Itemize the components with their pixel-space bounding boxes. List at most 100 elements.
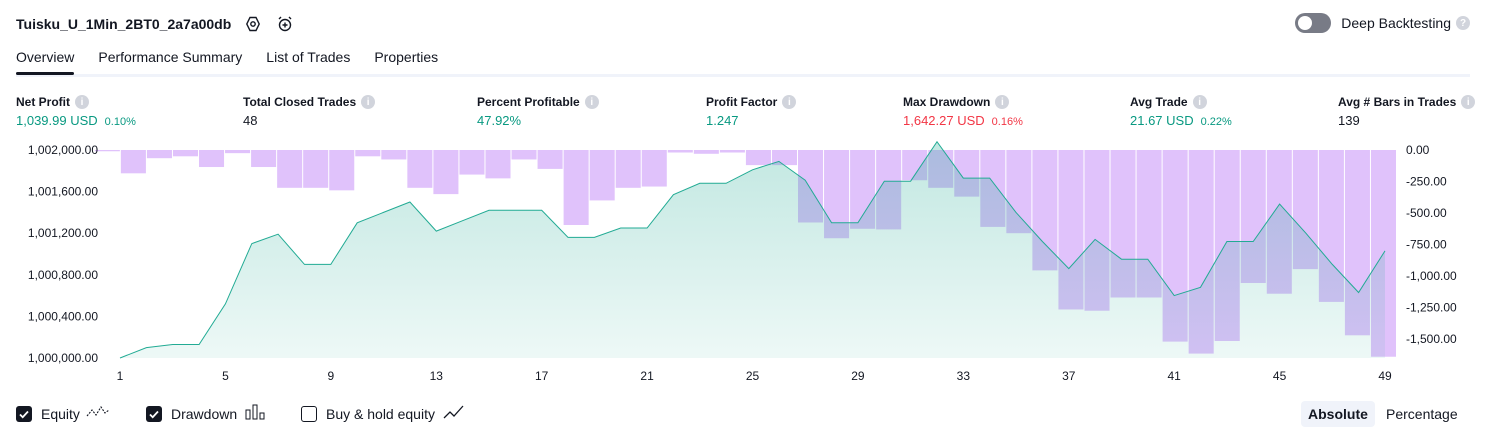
metric-label: Profit Factor xyxy=(706,95,778,109)
metric-value: 1,642.27 USD xyxy=(903,113,985,128)
drawdown-bar xyxy=(172,150,198,157)
buy-hold-line-icon xyxy=(443,404,465,423)
drawdown-bar xyxy=(537,150,563,169)
legend-buy-hold[interactable]: Buy & hold equity xyxy=(301,404,465,423)
metric-percent-profitable: Percent Profitable i 47.92% xyxy=(477,94,599,128)
drawdown-bar xyxy=(329,150,355,191)
buy-hold-checkbox[interactable] xyxy=(301,405,317,422)
drawdown-bar xyxy=(251,150,277,168)
drawdown-bar xyxy=(459,150,485,175)
equity-y-tick: 1,001,200.00 xyxy=(28,226,98,240)
drawdown-y-tick: -750.00 xyxy=(1406,238,1447,252)
help-icon[interactable]: ? xyxy=(1456,16,1470,30)
equity-y-tick: 1,001,600.00 xyxy=(28,185,98,199)
strategy-title: Tuisku_U_1Min_2BT0_2a7a00db xyxy=(16,16,232,32)
deep-backtesting: Deep Backtesting ? xyxy=(1295,13,1470,33)
settings-icon[interactable] xyxy=(243,14,263,34)
drawdown-y-tick: -500.00 xyxy=(1406,206,1447,220)
drawdown-bar xyxy=(355,150,381,157)
metric-label: Percent Profitable xyxy=(477,95,580,109)
info-icon[interactable]: i xyxy=(584,95,599,109)
tab-list-of-trades[interactable]: List of Trades xyxy=(266,42,350,72)
info-icon[interactable]: i xyxy=(995,95,1010,109)
x-tick: 9 xyxy=(327,369,334,383)
info-icon[interactable]: i xyxy=(782,95,797,109)
absolute-button[interactable]: Absolute xyxy=(1301,401,1375,427)
drawdown-y-tick: -1,250.00 xyxy=(1406,301,1457,315)
metric-total-closed-trades: Total Closed Trades i 48 xyxy=(243,94,376,128)
drawdown-checkbox[interactable] xyxy=(146,405,162,422)
info-icon[interactable]: i xyxy=(1461,95,1476,109)
metric-label: Avg # Bars in Trades xyxy=(1338,95,1457,109)
drawdown-bar xyxy=(511,150,537,160)
metric-value: 139 xyxy=(1338,113,1360,128)
drawdown-y-tick: -1,000.00 xyxy=(1406,269,1457,283)
metric-max-drawdown: Max Drawdown i 1,642.27 USD 0.16% xyxy=(903,94,1023,128)
metric-label: Max Drawdown xyxy=(903,95,991,109)
info-icon[interactable]: i xyxy=(1192,95,1207,109)
metric-label: Avg Trade xyxy=(1130,95,1188,109)
x-tick: 5 xyxy=(222,369,229,383)
metric-value: 48 xyxy=(243,113,258,128)
tab-overview[interactable]: Overview xyxy=(16,42,75,75)
equity-drawdown-chart[interactable]: 1,000,000.00 1,000,400.00 1,000,800.00 1,00… xyxy=(0,136,1486,388)
x-tick: 21 xyxy=(640,369,654,383)
deep-backtesting-toggle[interactable] xyxy=(1295,13,1332,33)
drawdown-bar xyxy=(225,150,251,154)
metric-percent: 0.16% xyxy=(991,116,1023,128)
percentage-button[interactable]: Percentage xyxy=(1379,401,1465,427)
x-tick: 29 xyxy=(851,369,865,383)
legend-equity[interactable]: Equity xyxy=(16,404,110,423)
x-tick: 13 xyxy=(430,369,444,383)
equity-y-tick: 1,002,000.00 xyxy=(28,143,98,157)
x-tick: 37 xyxy=(1062,369,1076,383)
drawdown-bar xyxy=(198,150,225,168)
drawdown-y-tick: -250.00 xyxy=(1406,175,1447,189)
info-icon[interactable]: i xyxy=(361,95,376,109)
info-icon[interactable]: i xyxy=(75,95,89,109)
metric-label: Net Profit xyxy=(16,95,70,109)
drawdown-bar xyxy=(120,150,146,174)
drawdown-bar xyxy=(563,150,589,226)
drawdown-bar xyxy=(667,150,693,153)
strategy-header: Tuisku_U_1Min_2BT0_2a7a00db xyxy=(16,12,295,36)
x-tick: 17 xyxy=(535,369,549,383)
metric-percent: 0.22% xyxy=(1200,116,1232,128)
legend-buy-hold-label: Buy & hold equity xyxy=(326,405,435,422)
legend-drawdown-label: Drawdown xyxy=(171,405,238,422)
x-tick: 1 xyxy=(117,369,124,383)
drawdown-bar xyxy=(146,150,172,159)
equity-y-tick: 1,000,400.00 xyxy=(28,309,98,323)
x-tick: 33 xyxy=(957,369,971,383)
drawdown-bar xyxy=(381,150,407,160)
add-alert-icon[interactable] xyxy=(275,14,295,34)
drawdown-bar xyxy=(94,150,120,152)
equity-y-tick: 1,000,000.00 xyxy=(28,351,98,365)
drawdown-bar xyxy=(641,150,667,187)
metric-avg-bars-in-trades: Avg # Bars in Trades i 139 xyxy=(1338,94,1476,128)
metric-value: 1.247 xyxy=(706,113,739,128)
metric-net-profit: Net Profit i 1,039.99 USD 0.10% xyxy=(16,94,136,128)
deep-backtesting-label: Deep Backtesting xyxy=(1341,15,1451,31)
drawdown-bar xyxy=(407,150,433,188)
x-tick: 41 xyxy=(1167,369,1181,383)
metric-avg-trade: Avg Trade i 21.67 USD 0.22% xyxy=(1130,94,1232,128)
tab-bar: Overview Performance Summary List of Tra… xyxy=(16,42,1470,77)
drawdown-y-tick: 0.00 xyxy=(1406,143,1430,157)
metric-label: Total Closed Trades xyxy=(243,95,357,109)
tab-properties[interactable]: Properties xyxy=(374,42,438,72)
metric-value: 47.92% xyxy=(477,113,522,128)
drawdown-y-tick: -1,500.00 xyxy=(1406,332,1457,346)
x-tick: 49 xyxy=(1378,369,1392,383)
metric-profit-factor: Profit Factor i 1.247 xyxy=(706,94,797,128)
drawdown-bar xyxy=(485,150,511,179)
legend-equity-label: Equity xyxy=(41,405,80,422)
drawdown-bars-icon xyxy=(245,404,265,423)
tab-performance-summary[interactable]: Performance Summary xyxy=(98,42,242,72)
drawdown-bar xyxy=(433,150,459,195)
equity-line-icon xyxy=(86,404,110,423)
equity-checkbox[interactable] xyxy=(16,405,32,422)
metric-value: 1,039.99 USD xyxy=(16,113,98,128)
legend-drawdown[interactable]: Drawdown xyxy=(146,404,265,423)
drawdown-bar xyxy=(615,150,641,188)
